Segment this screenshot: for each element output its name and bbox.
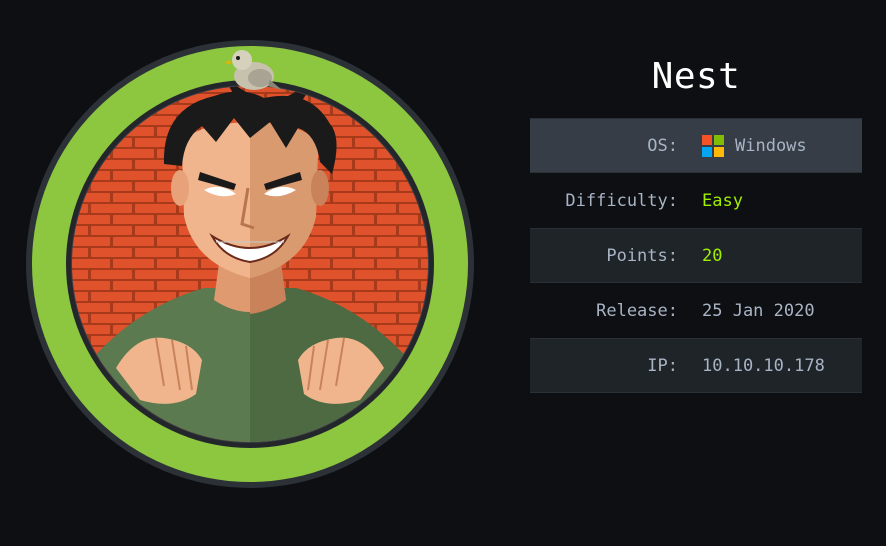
windows-logo-icon [702,134,724,157]
difficulty-value: Easy [702,190,743,211]
ip-label: IP: [647,355,678,376]
info-row-ip: IP: 10.10.10.178 [530,338,862,393]
points-label: Points: [606,245,678,266]
machine-name: Nest [651,56,741,97]
os-value: Windows [702,134,807,157]
info-row-points: Points: 20 [530,228,862,283]
machine-avatar [24,38,476,490]
points-value: 20 [702,245,723,266]
machine-info-table: OS: Windows Difficulty: Easy Points: 20 … [530,118,862,393]
difficulty-label: Difficulty: [565,190,678,211]
info-row-release: Release: 25 Jan 2020 [530,283,862,338]
ip-value: 10.10.10.178 [702,355,825,376]
release-label: Release: [596,300,678,321]
os-value-text: Windows [735,135,807,156]
info-row-os: OS: Windows [530,118,862,173]
os-label: OS: [647,135,678,156]
release-value: 25 Jan 2020 [702,300,815,321]
info-row-difficulty: Difficulty: Easy [530,173,862,228]
machine-card: Nest OS: Windows Difficulty: Easy Points… [0,0,886,546]
